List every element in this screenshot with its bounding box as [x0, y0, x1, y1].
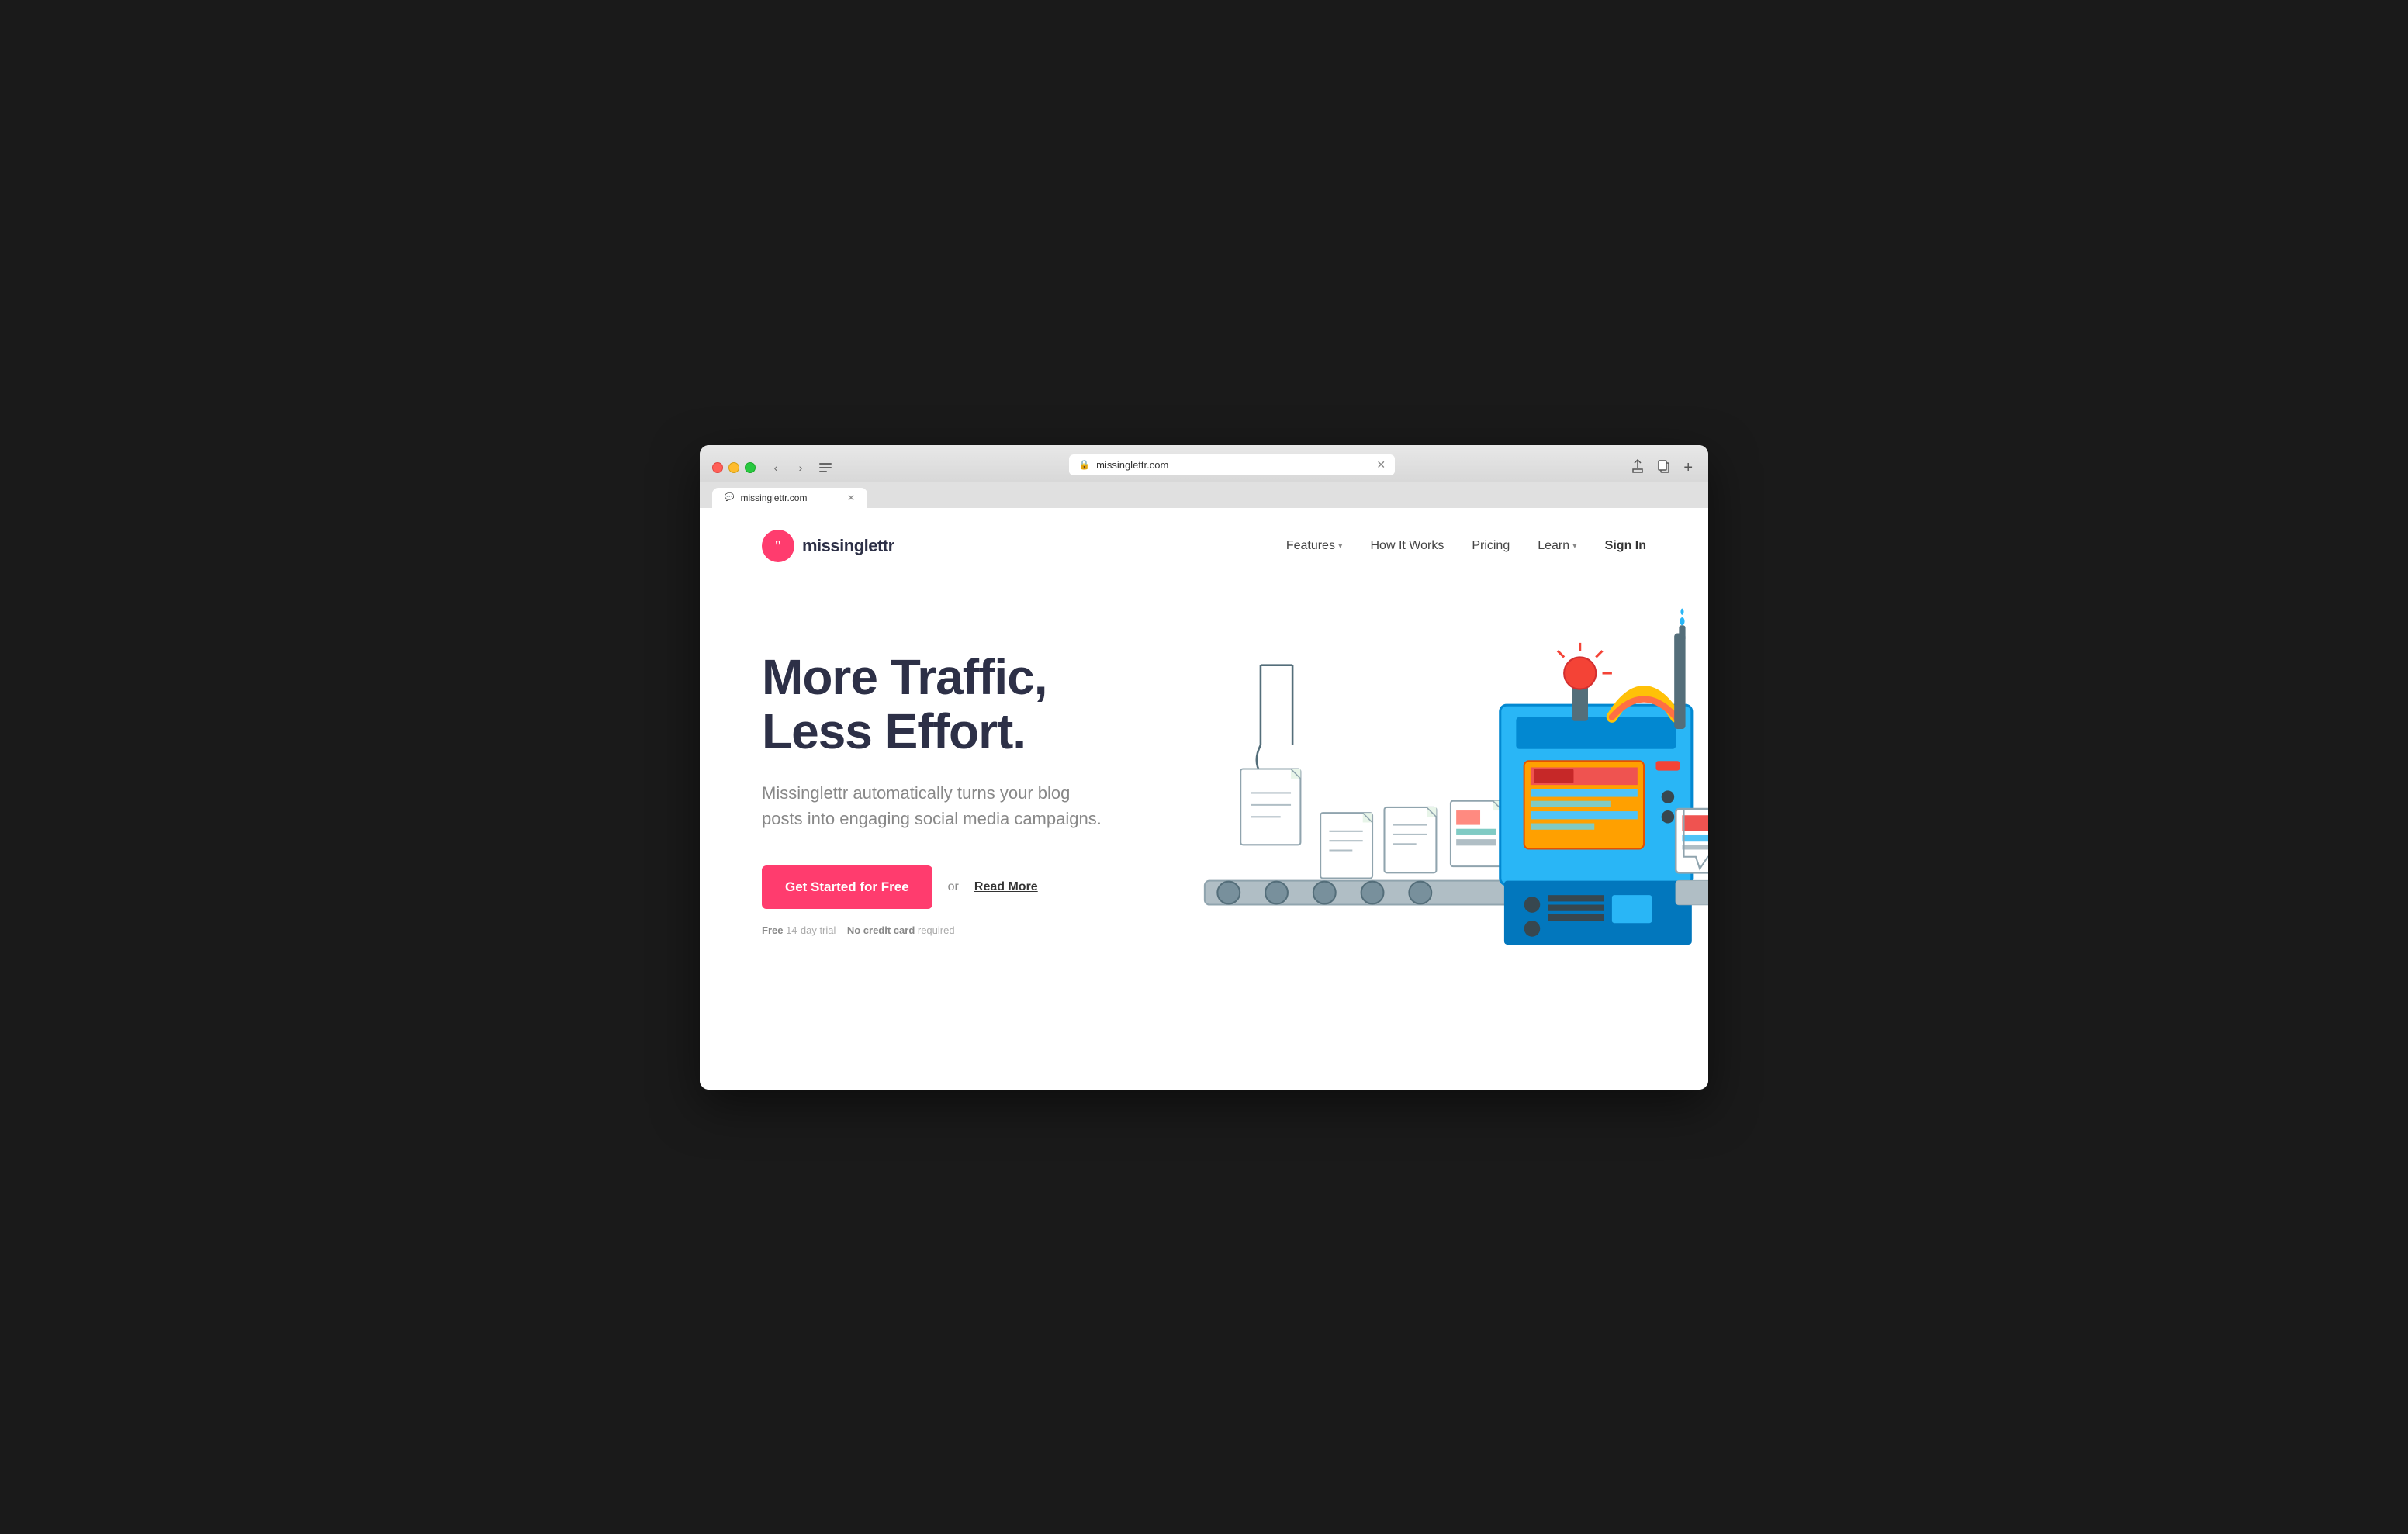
nav-item-sign-in[interactable]: Sign In: [1605, 539, 1646, 553]
browser-chrome: ‹ › 🔒 missinglettr.com ✕: [700, 445, 1708, 482]
nav-label-features: Features: [1286, 539, 1335, 553]
machine-illustration: [1181, 584, 1708, 1034]
nav-label-learn: Learn: [1538, 539, 1569, 553]
hero-section: More Traffic, Less Effort. Missinglettr …: [700, 584, 1708, 1034]
svg-text:": ": [774, 538, 782, 554]
lock-icon: 🔒: [1078, 459, 1090, 470]
address-bar[interactable]: 🔒 missinglettr.com ✕: [1069, 454, 1395, 475]
minimize-button[interactable]: [728, 462, 739, 473]
logo-text: missinglettr: [802, 536, 894, 556]
nav-item-how-it-works[interactable]: How It Works: [1370, 539, 1444, 553]
hero-or-text: or: [948, 880, 959, 894]
hero-cta: Get Started for Free or Read More: [762, 865, 1165, 909]
nav-buttons: ‹ ›: [765, 459, 836, 476]
hero-title-line1: More Traffic,: [762, 649, 1047, 705]
nav-item-pricing[interactable]: Pricing: [1472, 539, 1510, 553]
nav-item-features[interactable]: Features ▾: [1286, 539, 1343, 553]
hero-title: More Traffic, Less Effort.: [762, 650, 1165, 759]
sidebar-button[interactable]: [815, 459, 836, 476]
toolbar-right: +: [1628, 458, 1696, 479]
logo[interactable]: " missinglettr: [762, 530, 894, 562]
maximize-button[interactable]: [745, 462, 756, 473]
traffic-lights: [712, 462, 756, 473]
url-text: missinglettr.com: [1096, 459, 1168, 471]
share-button[interactable]: [1628, 458, 1648, 479]
nav-label-sign-in: Sign In: [1605, 539, 1646, 553]
hero-subtitle: Missinglettr automatically turns your bl…: [762, 780, 1103, 831]
page-content: " missinglettr Features ▾ How It Works: [700, 508, 1708, 1090]
tab-close-icon[interactable]: ✕: [847, 492, 855, 503]
back-button[interactable]: ‹: [765, 459, 787, 476]
nav-item-learn[interactable]: Learn ▾: [1538, 539, 1576, 553]
hero-content: More Traffic, Less Effort. Missinglettr …: [762, 650, 1165, 937]
add-tab-button[interactable]: +: [1680, 458, 1696, 479]
clear-url-icon[interactable]: ✕: [1376, 458, 1386, 472]
read-more-link[interactable]: Read More: [974, 880, 1038, 894]
hero-note: Free 14-day trial No credit card require…: [762, 924, 1165, 936]
hero-illustration: [1181, 584, 1708, 1034]
nav-links: Features ▾ How It Works Pricing: [1286, 539, 1646, 553]
browser-window: ‹ › 🔒 missinglettr.com ✕: [700, 445, 1708, 1090]
logo-icon: ": [762, 530, 794, 562]
forward-button[interactable]: ›: [790, 459, 811, 476]
nav-label-how-it-works: How It Works: [1370, 539, 1444, 553]
close-button[interactable]: [712, 462, 723, 473]
tab-favicon: 💬: [725, 493, 734, 502]
hero-title-line2: Less Effort.: [762, 703, 1026, 759]
tab-bar: 💬 missinglettr.com ✕: [700, 482, 1708, 508]
hero-note-free: Free: [762, 924, 783, 936]
copy-button[interactable]: [1654, 458, 1674, 479]
get-started-button[interactable]: Get Started for Free: [762, 865, 932, 909]
nav-label-pricing: Pricing: [1472, 539, 1510, 553]
chevron-down-icon: ▾: [1338, 541, 1343, 551]
tab-title: missinglettr.com: [740, 492, 807, 503]
chevron-down-icon-2: ▾: [1572, 541, 1577, 551]
hero-note-credit: No credit card: [847, 924, 915, 936]
address-bar-container: 🔒 missinglettr.com ✕: [846, 454, 1618, 482]
site-nav: " missinglettr Features ▾ How It Works: [700, 508, 1708, 584]
active-tab[interactable]: 💬 missinglettr.com ✕: [712, 488, 867, 508]
